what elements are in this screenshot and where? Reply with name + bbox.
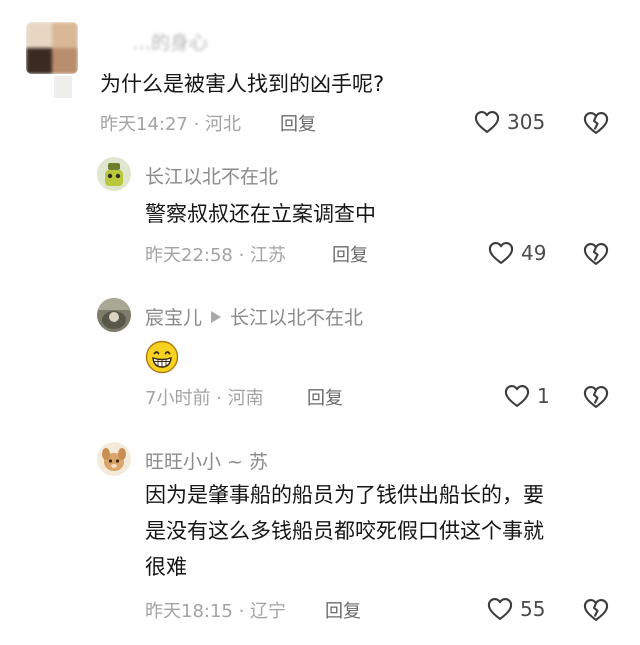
emoji-grin-icon <box>145 340 179 374</box>
meta-separator: · <box>232 245 251 266</box>
dislike-button[interactable] <box>582 109 610 137</box>
broken-heart-icon <box>582 109 610 137</box>
like-button[interactable]: 305 <box>473 108 545 136</box>
broken-heart-icon <box>582 383 610 411</box>
avatar[interactable] <box>97 442 131 476</box>
like-button[interactable]: 49 <box>487 239 546 267</box>
comment-username[interactable]: …的身心 <box>132 28 208 55</box>
comment-location: 辽宁 <box>250 601 287 622</box>
reply-button[interactable]: 回复 <box>332 241 368 267</box>
broken-heart-icon <box>582 596 610 624</box>
like-count: 1 <box>537 384 550 408</box>
reply-button[interactable]: 回复 <box>307 384 343 410</box>
comment-text: 警察叔叔还在立案调查中 <box>145 202 376 226</box>
comment-text-line: 是没有这么多钱船员都咬死假口供这个事就 <box>145 519 544 543</box>
heart-outline-icon <box>503 382 531 410</box>
like-count: 49 <box>521 241 547 265</box>
comment-time: 昨天18:15 <box>145 601 233 622</box>
comment-username[interactable]: 长江以北不在北 <box>145 162 278 189</box>
comment-time: 7小时前 <box>145 388 211 409</box>
like-count: 55 <box>520 597 546 621</box>
comment-text-line: 因为是肇事船的船员为了钱供出船长的，要 <box>145 483 544 507</box>
broken-heart-icon <box>582 240 610 268</box>
meta-separator: · <box>232 601 251 622</box>
like-button[interactable]: 1 <box>503 382 550 410</box>
comment-location: 江苏 <box>250 245 287 266</box>
like-count: 305 <box>507 110 546 134</box>
comment-location: 河北 <box>205 114 242 135</box>
comment-time: 昨天14:27 <box>100 114 188 135</box>
dislike-button[interactable] <box>582 383 610 411</box>
avatar-pixel <box>54 76 72 98</box>
comment-time: 昨天22:58 <box>145 245 233 266</box>
comment-meta: 昨天22:58 · 江苏 <box>145 241 286 267</box>
reply-author[interactable]: 宸宝儿 <box>145 303 202 330</box>
dislike-button[interactable] <box>582 240 610 268</box>
avatar[interactable] <box>26 22 78 74</box>
avatar[interactable] <box>97 298 131 332</box>
comment-meta: 昨天18:15 · 辽宁 <box>145 597 286 623</box>
comment-meta: 7小时前 · 河南 <box>145 384 264 410</box>
comment-text: 为什么是被害人找到的凶手呢? <box>100 72 385 96</box>
reply-button[interactable]: 回复 <box>280 110 316 136</box>
dislike-button[interactable] <box>582 596 610 624</box>
comment-location: 河南 <box>227 388 264 409</box>
comment-text: 因为是肇事船的船员为了钱供出船长的，要 是没有这么多钱船员都咬死假口供这个事就 … <box>145 479 544 584</box>
comment-username: 宸宝儿 长江以北不在北 <box>145 303 363 330</box>
meta-separator: · <box>210 388 228 409</box>
heart-outline-icon <box>473 108 501 136</box>
avatar[interactable] <box>97 157 131 191</box>
reply-target[interactable]: 长江以北不在北 <box>230 303 363 330</box>
like-button[interactable]: 55 <box>486 595 545 623</box>
comment-text-line: 很难 <box>145 555 187 579</box>
comment-meta: 昨天14:27 · 河北 <box>100 110 241 136</box>
comment-username[interactable]: 旺旺小小 ~ 苏 <box>145 447 268 474</box>
reply-button[interactable]: 回复 <box>325 597 361 623</box>
heart-outline-icon <box>487 239 515 267</box>
triangle-right-icon <box>211 310 222 323</box>
heart-outline-icon <box>486 595 514 623</box>
meta-separator: · <box>187 114 206 135</box>
